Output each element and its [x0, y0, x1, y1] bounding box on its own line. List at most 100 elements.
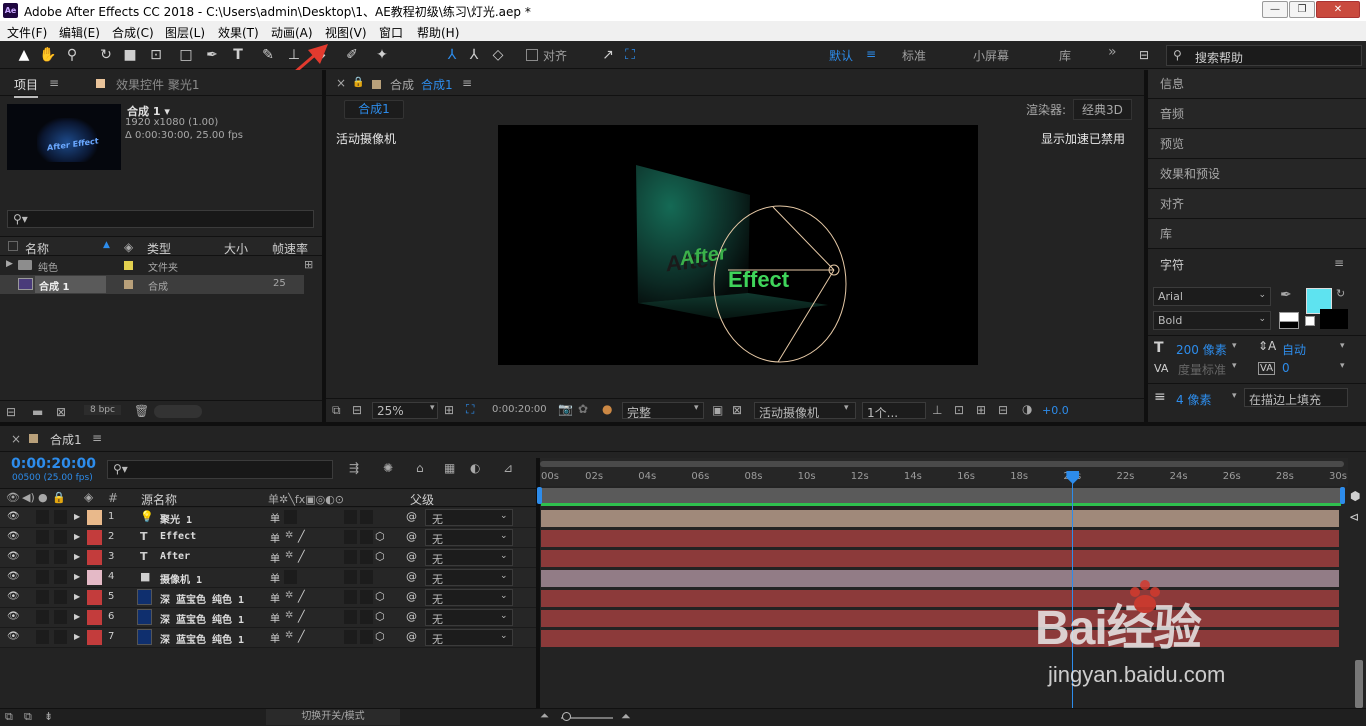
vertical-scrollbar[interactable] — [1355, 660, 1363, 708]
trash-icon[interactable]: 🗑 — [134, 404, 149, 418]
snap-icon[interactable]: ↗ — [598, 45, 618, 65]
chevron-down-icon[interactable]: ▾ — [1232, 391, 1237, 401]
layer-row[interactable]: 👁 ▶ 5 深 蓝宝色 纯色 1 单 ✲ ╱ ⬡ @ 无 ⌄ — [0, 588, 536, 608]
adjustment-switch[interactable] — [360, 610, 373, 624]
workspace-library[interactable]: 库 — [1059, 47, 1071, 64]
3d-layer-icon[interactable]: ⬡ — [375, 550, 385, 563]
menu-window[interactable]: 窗口 — [379, 24, 403, 41]
column-parent[interactable]: 父级 — [410, 491, 434, 508]
zoom-in-icon[interactable]: ⏶ — [621, 709, 631, 724]
close-tab-icon[interactable]: × — [336, 76, 346, 90]
lock-icon[interactable]: 🔒 — [352, 77, 364, 88]
current-timecode[interactable]: 0:00:20:00 — [11, 456, 96, 472]
layer-row[interactable]: 👁 ▶ 2 T Effect 单 ✲ ╱ ⬡ @ 无 ⌄ — [0, 528, 536, 548]
tracking-value[interactable]: 0 — [1282, 361, 1290, 375]
3d-layer-icon[interactable]: ⬡ — [375, 630, 385, 643]
font-size-value[interactable]: 200 像素 — [1176, 341, 1227, 358]
layer-duration-bar[interactable] — [541, 530, 1339, 547]
rectangle-tool-icon[interactable]: □ — [176, 45, 196, 65]
layer-name[interactable]: 摄像机 1 — [160, 571, 202, 586]
toggle-timing-icon[interactable]: ⇟ — [44, 710, 53, 723]
no-stroke-swatch[interactable] — [1279, 321, 1299, 329]
shy-layers-icon[interactable]: ⌂ — [416, 461, 424, 475]
switch-slot[interactable] — [284, 570, 297, 584]
solo-switch[interactable] — [36, 630, 49, 644]
renderer-select[interactable]: 经典3D — [1073, 99, 1132, 120]
quality-switch-icon[interactable]: ╱ — [298, 610, 305, 623]
resolution-select[interactable]: 完整 — [622, 402, 704, 420]
3d-layer-icon[interactable]: ⬡ — [375, 530, 385, 543]
comp-viewer[interactable]: After After Effect — [498, 125, 978, 365]
layer-label-color[interactable] — [87, 550, 102, 565]
layer-label-color[interactable] — [87, 510, 102, 525]
region-of-interest-icon[interactable]: ▣ — [712, 403, 723, 417]
adjustment-switch[interactable] — [360, 570, 373, 584]
layer-duration-bar[interactable] — [541, 510, 1339, 527]
panel-align[interactable]: 对齐 — [1148, 189, 1366, 219]
project-search[interactable]: ⚲▾ — [7, 210, 314, 228]
layer-search[interactable]: ⚲▾ — [107, 460, 333, 479]
adjustment-switch[interactable] — [360, 550, 373, 564]
sync-settings-icon[interactable]: ⊟ — [1134, 45, 1154, 65]
comp-menu-icon[interactable]: ≡ — [462, 76, 472, 90]
layer-name[interactable]: After — [160, 551, 190, 562]
reset-exposure-icon[interactable]: ◑ — [1022, 402, 1032, 416]
always-preview-icon[interactable]: ⧉ — [332, 403, 341, 418]
motion-blur-switch[interactable] — [344, 570, 357, 584]
work-area-range[interactable] — [541, 488, 1341, 503]
interpret-footage-icon[interactable]: ⊟ — [6, 405, 16, 419]
motion-blur-switch[interactable] — [344, 630, 357, 644]
collapse-switch-icon[interactable]: ✲ — [285, 590, 293, 601]
pick-whip-icon[interactable]: @ — [406, 570, 417, 583]
toggle-modes-icon[interactable]: ⧉ — [24, 710, 32, 724]
shy-switch-icon[interactable]: 单 — [270, 550, 280, 565]
motion-blur-switch[interactable] — [344, 550, 357, 564]
adjustment-switch[interactable] — [360, 630, 373, 644]
work-area-bar[interactable] — [540, 461, 1344, 467]
label-color[interactable] — [124, 261, 133, 270]
view-options-icon[interactable]: ⊥ — [932, 403, 942, 417]
bpc-label[interactable]: 8 bpc — [84, 405, 121, 415]
character-menu-icon[interactable]: ≡ — [1334, 256, 1344, 270]
eye-icon[interactable]: 👁 — [7, 631, 20, 642]
comp-marker-icon[interactable]: ⊲ — [1349, 510, 1359, 524]
menu-file[interactable]: 文件(F) — [7, 24, 47, 41]
channel-icon[interactable]: ● — [602, 402, 612, 416]
timeline-tab-name[interactable]: 合成1 — [50, 431, 82, 448]
selection-tool-icon[interactable]: ▲ — [14, 45, 34, 65]
menu-composition[interactable]: 合成(C) — [112, 24, 154, 41]
monitor-icon[interactable]: ⊟ — [352, 403, 362, 417]
solo-switch[interactable] — [36, 510, 49, 524]
shy-switch-icon[interactable]: 单 — [270, 610, 280, 625]
layer-name[interactable]: 深 蓝宝色 纯色 1 — [160, 611, 244, 626]
switch-slot[interactable] — [284, 510, 297, 524]
minimize-button[interactable]: — — [1262, 1, 1288, 18]
chevron-down-icon[interactable]: ▾ — [1232, 341, 1237, 351]
expand-arrow-icon[interactable]: ▶ — [74, 612, 80, 621]
3d-layer-icon[interactable]: ⬡ — [375, 610, 385, 623]
adjustment-switch[interactable] — [360, 590, 373, 604]
layer-name[interactable]: 聚光 1 — [160, 511, 192, 526]
rotate-tool-icon[interactable]: ↻ — [96, 45, 116, 65]
eye-icon[interactable]: 👁 — [7, 611, 20, 622]
layer-label-color[interactable] — [87, 590, 102, 605]
expand-arrow-icon[interactable]: ▶ — [74, 512, 80, 521]
shy-switch-icon[interactable]: 单 — [270, 570, 280, 585]
comp-tab-name[interactable]: 合成1 — [421, 76, 453, 93]
work-area-start-handle[interactable] — [537, 487, 542, 504]
transparency-grid-icon[interactable]: ⛶ — [466, 402, 474, 417]
snapshot-icon[interactable]: 📷 — [558, 402, 573, 416]
lock-switch[interactable] — [54, 570, 67, 584]
eye-icon[interactable]: 👁 — [7, 571, 20, 582]
panel-info[interactable]: 信息 — [1148, 69, 1366, 99]
panel-library[interactable]: 库 — [1148, 219, 1366, 249]
project-item[interactable]: ▶ 纯色 文件夹 — [0, 256, 304, 275]
tab-project[interactable]: 项目 — [14, 76, 39, 98]
exposure-value[interactable]: +0.0 — [1042, 404, 1069, 417]
help-search[interactable]: ⚲ 搜索帮助 — [1166, 45, 1362, 66]
expand-arrow-icon[interactable]: ▶ — [74, 592, 80, 601]
layer-label-color[interactable] — [87, 530, 102, 545]
quality-switch-icon[interactable]: ╱ — [298, 530, 305, 543]
leading-value[interactable]: 自动 — [1282, 341, 1306, 358]
tab-effect-controls[interactable]: 效果控件 聚光1 — [116, 76, 199, 93]
